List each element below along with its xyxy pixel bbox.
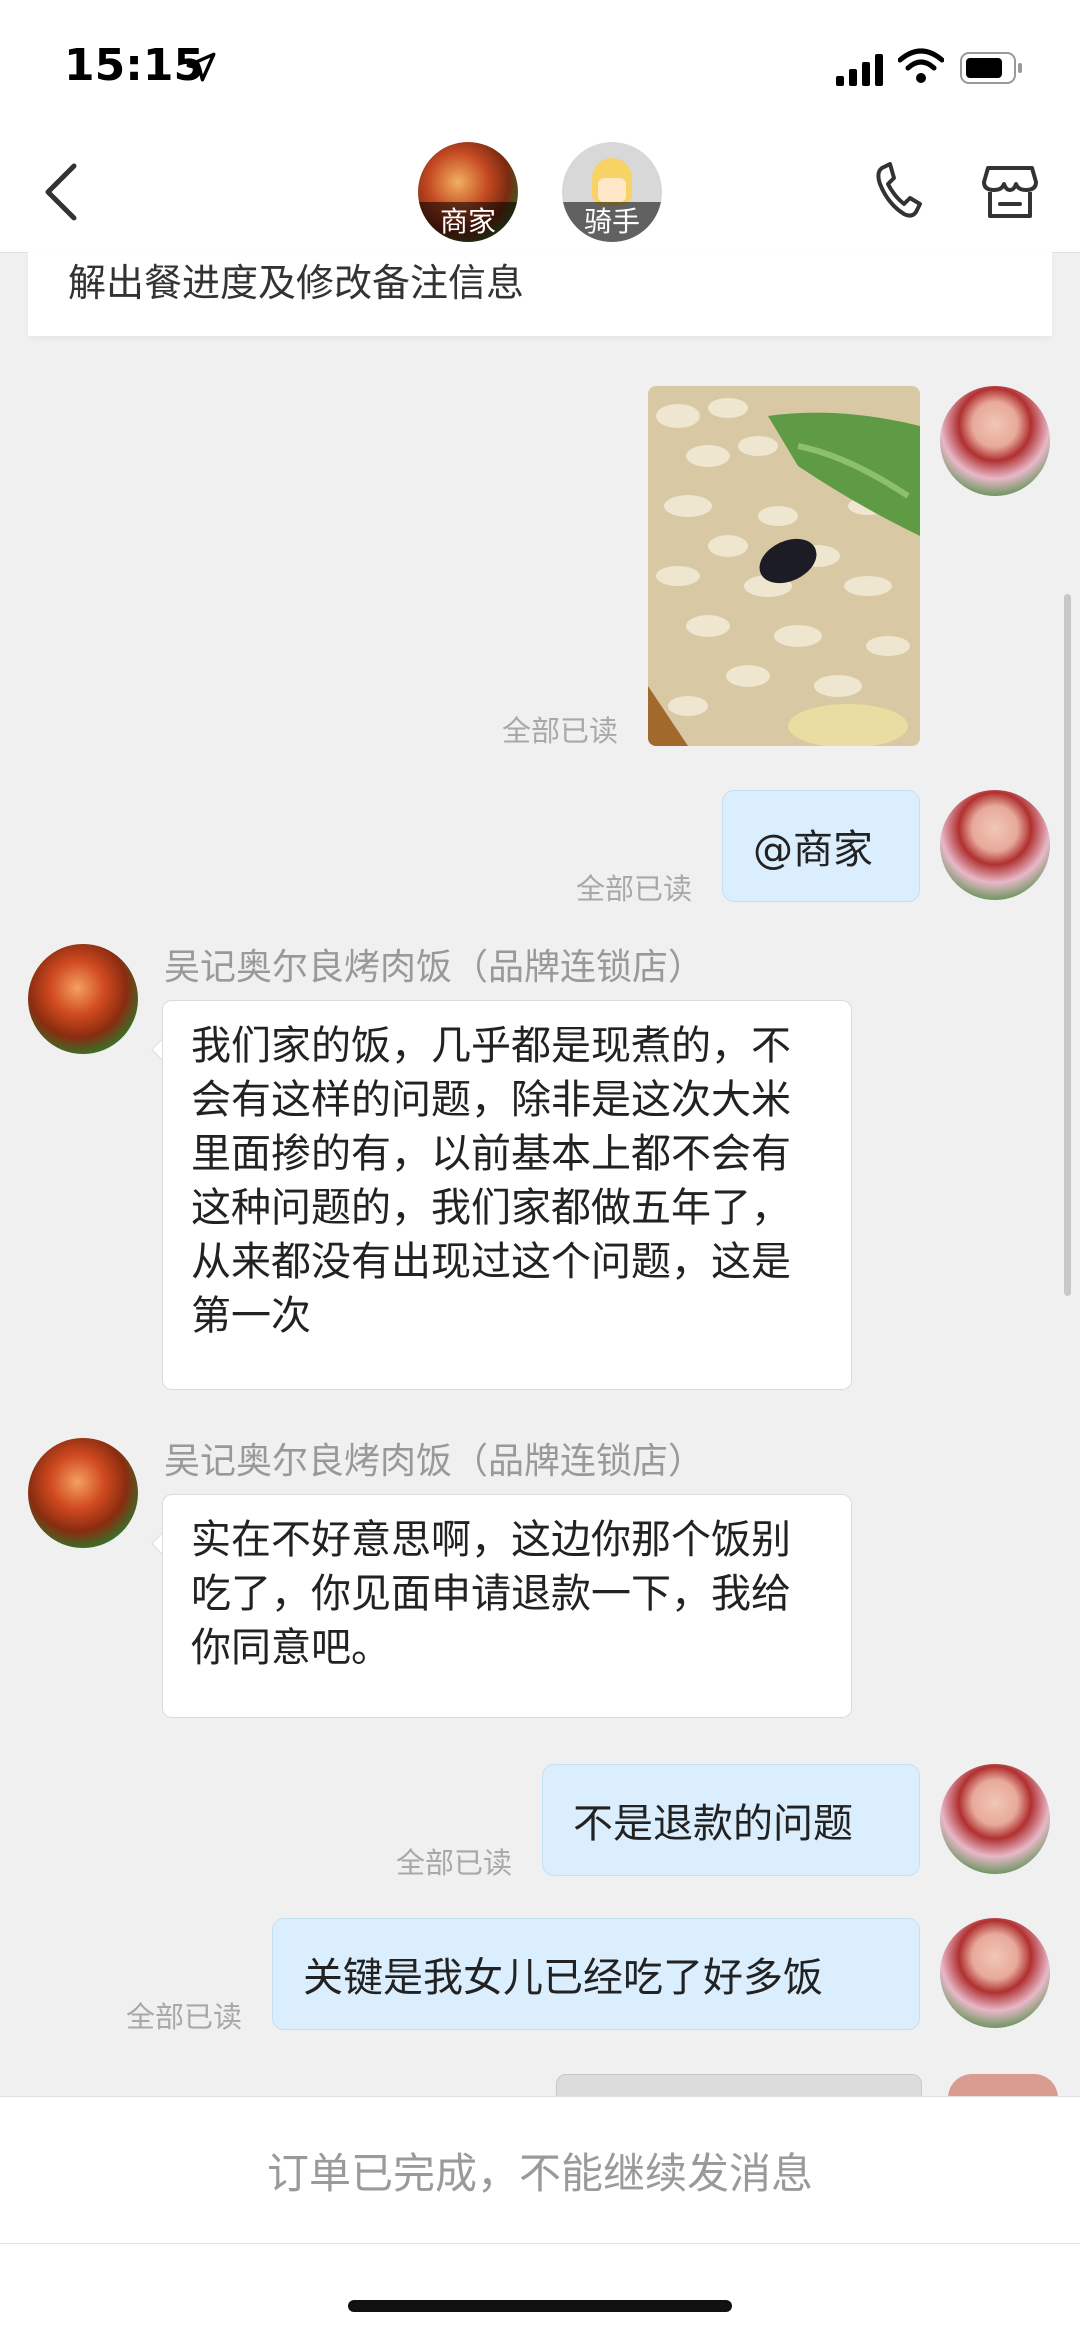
merchant-avatar[interactable]: 商家 <box>418 142 518 242</box>
shop-message-bubble[interactable]: 实在不好意思啊，这边你那个饭别吃了，你见面申请退款一下，我给你同意吧。 <box>162 1494 852 1718</box>
shop-avatar[interactable] <box>28 1438 138 1548</box>
notice-text: 解出餐进度及修改备注信息 <box>68 261 525 305</box>
back-chevron-icon[interactable] <box>40 160 90 224</box>
phone-icon[interactable] <box>870 158 930 222</box>
my-avatar[interactable] <box>940 1918 1050 2028</box>
home-indicator[interactable] <box>348 2300 732 2312</box>
disabled-input-box: 订单已完成，不能继续发消息 <box>0 2096 1080 2244</box>
my-message-text: 关键是我女儿已经吃了好多饭 <box>303 1955 823 2001</box>
wifi-icon <box>898 48 944 83</box>
shop-message-bubble[interactable]: 我们家的饭，几乎都是现煮的，不会有这样的问题，除非是这次大米里面掺的有，以前基本… <box>162 1000 852 1390</box>
chat-scrollbar[interactable] <box>1064 594 1071 1296</box>
my-message-bubble[interactable]: @商家 <box>722 790 920 902</box>
rider-tag: 骑手 <box>562 202 662 242</box>
order-notice-card: 解出餐进度及修改备注信息 <box>28 252 1052 336</box>
food-photo-message[interactable] <box>648 386 920 746</box>
read-status: 全部已读 <box>126 2000 243 2034</box>
my-message-bubble[interactable]: 不是退款的问题 <box>542 1764 920 1876</box>
read-status: 全部已读 <box>502 714 619 748</box>
shop-avatar[interactable] <box>28 944 138 1054</box>
food-photo-image <box>648 386 920 746</box>
merchant-tag: 商家 <box>418 202 518 242</box>
read-status: 全部已读 <box>396 1846 513 1880</box>
chat-header: 商家 骑手 <box>0 130 1080 253</box>
my-message-text: @商家 <box>753 827 873 873</box>
cellular-signal-icon <box>836 54 883 86</box>
battery-icon <box>960 52 1022 84</box>
rider-face <box>598 178 626 202</box>
my-avatar[interactable] <box>940 790 1050 900</box>
disabled-input-text: 订单已完成，不能继续发消息 <box>266 2148 813 2198</box>
read-status: 全部已读 <box>576 872 693 906</box>
rider-avatar[interactable]: 骑手 <box>562 142 662 242</box>
shop-message-text: 我们家的饭，几乎都是现煮的，不会有这样的问题，除非是这次大米里面掺的有，以前基本… <box>191 1023 791 1339</box>
shop-sender-name: 吴记奥尔良烤肉饭（品牌连锁店） <box>164 1441 705 1482</box>
my-avatar[interactable] <box>940 386 1050 496</box>
location-arrow-icon <box>186 52 216 82</box>
status-bar: 15:15 <box>0 0 1080 130</box>
store-icon[interactable] <box>980 162 1040 222</box>
shop-message-text: 实在不好意思啊，这边你那个饭别吃了，你见面申请退款一下，我给你同意吧。 <box>191 1517 791 1671</box>
my-avatar[interactable] <box>948 2074 1058 2098</box>
my-avatar[interactable] <box>940 1764 1050 1874</box>
my-message-text: 不是退款的问题 <box>573 1801 853 1847</box>
shop-sender-name: 吴记奥尔良烤肉饭（品牌连锁店） <box>164 947 705 988</box>
my-message-bubble[interactable]: 关键是我女儿已经吃了好多饭 <box>272 1918 920 2030</box>
